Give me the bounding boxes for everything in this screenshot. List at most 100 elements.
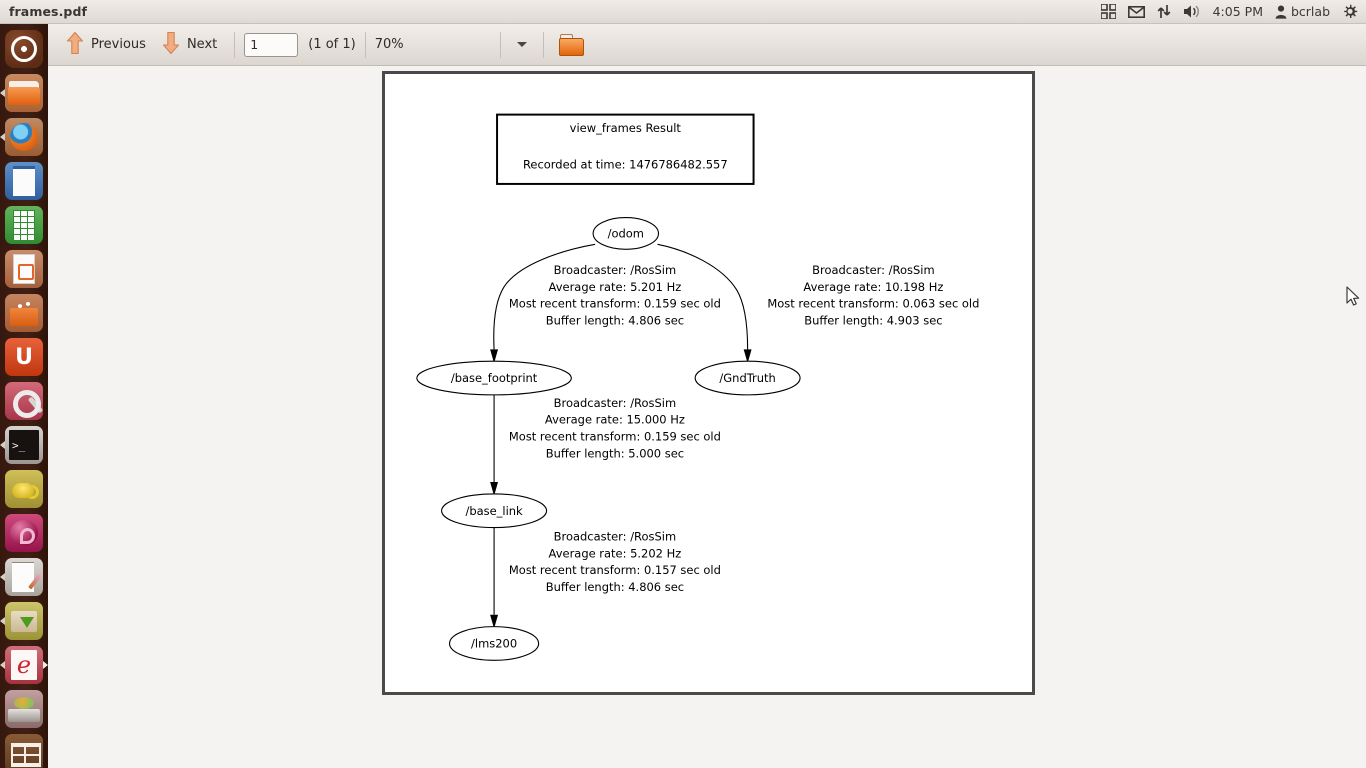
svg-text:Most recent transform: 0.063 s: Most recent transform: 0.063 sec old [767,297,979,311]
toolbar-separator [499,31,501,58]
launcher-item-software-updater[interactable] [0,599,48,643]
node-lms200[interactable]: /lms200 [448,626,540,661]
document-viewer-icon [5,646,43,684]
title-box-heading: view_frames Result [570,121,682,135]
tf-frames-graph: view_frames Result Recorded at time: 147… [416,113,979,661]
ubuntu-logo-icon [5,30,43,68]
workspace-grid-icon [5,734,43,768]
toolbar-separator [542,31,544,58]
launcher-item-ubuntu-software-center[interactable] [0,291,48,335]
system-settings-icon[interactable] [1342,4,1358,20]
launcher-item-document-viewer[interactable] [0,643,48,687]
launcher-item-libreoffice-writer[interactable] [0,159,48,203]
edge-label-odom-base-footprint: Broadcaster: /RosSim Average rate: 5.201… [509,263,721,328]
evince-toolbar: Previous Next (1 of 1) 70% [48,24,1366,66]
writer-document-icon [5,162,43,200]
system-tray: 4:05 PM bcrlab [1100,4,1366,20]
gazebo-sphere-icon [5,514,43,552]
node-base-link-label: /base_link [465,504,523,518]
zoom-level-label[interactable]: 70% [375,37,404,52]
svg-text:Average rate: 15.000 Hz: Average rate: 15.000 Hz [545,413,685,427]
next-page-button[interactable]: Next [154,29,225,61]
software-bag-icon [5,294,43,332]
svg-text:Broadcaster: /RosSim: Broadcaster: /RosSim [554,529,677,543]
launcher-item-ubuntu-dash[interactable] [0,27,48,71]
text-editor-pencil-icon [5,558,43,596]
toolbar-separator [364,31,366,58]
launcher-item-terminal[interactable] [0,423,48,467]
launcher-item-text-editor[interactable] [0,555,48,599]
mouse-cursor [1346,286,1360,307]
previous-label: Previous [91,37,146,52]
launcher-item-libreoffice-calc[interactable] [0,203,48,247]
chevron-down-icon [516,42,527,47]
svg-text:Most recent transform: 0.159 s: Most recent transform: 0.159 sec old [509,429,721,443]
firefox-icon [5,118,43,156]
launcher-item-files[interactable] [0,71,48,115]
scanner-icon [5,690,43,728]
document-viewer-area[interactable]: view_frames Result Recorded at time: 147… [48,66,1366,768]
launcher-item-libreoffice-impress[interactable] [0,247,48,291]
arrow-up-icon [66,31,84,59]
page-number-input[interactable] [244,32,299,57]
previous-page-button[interactable]: Previous [58,29,154,61]
next-label: Next [186,37,218,52]
svg-text:Average rate: 10.198 Hz: Average rate: 10.198 Hz [803,280,943,294]
arrow-down-icon [162,31,180,59]
svg-text:Broadcaster: /RosSim: Broadcaster: /RosSim [554,263,677,277]
files-folder-icon [5,74,43,112]
volume-icon[interactable] [1183,4,1201,19]
user-menu[interactable]: bcrlab [1275,4,1330,19]
launcher-item-ubuntu-one[interactable] [0,335,48,379]
teapot-icon [5,470,43,508]
node-odom[interactable]: /odom [592,217,660,250]
node-lms200-label: /lms200 [471,636,517,650]
wrench-gear-icon [5,382,43,420]
node-base-link[interactable]: /base_link [441,493,548,529]
svg-text:Average rate: 5.201 Hz: Average rate: 5.201 Hz [549,280,682,294]
svg-text:Average rate: 5.202 Hz: Average rate: 5.202 Hz [549,546,682,560]
apps-grid-icon[interactable] [1100,4,1116,19]
toolbar-overflow-button[interactable] [510,33,534,57]
svg-text:Buffer length: 4.806 sec: Buffer length: 4.806 sec [546,314,684,328]
svg-text:Most recent transform: 0.157 s: Most recent transform: 0.157 sec old [509,563,721,577]
network-icon[interactable] [1157,4,1171,19]
node-gndtruth-label: /GndTruth [719,371,775,385]
top-panel: frames.pdf 4:05 PM bcrlab [0,0,1366,24]
open-document-button[interactable] [553,29,591,61]
pdf-page: view_frames Result Recorded at time: 147… [382,71,1035,695]
launcher-item-workspace-switcher[interactable] [0,731,48,768]
launcher-item-scanner[interactable] [0,687,48,731]
calc-spreadsheet-icon [5,206,43,244]
node-odom-label: /odom [608,226,644,240]
mail-icon[interactable] [1127,5,1145,18]
launcher-item-teapot[interactable] [0,467,48,511]
window-title: frames.pdf [9,4,88,19]
title-box: view_frames Result Recorded at time: 147… [496,113,755,185]
toolbar-separator [234,31,236,58]
svg-text:Broadcaster: /RosSim: Broadcaster: /RosSim [812,263,934,277]
svg-text:Broadcaster: /RosSim: Broadcaster: /RosSim [554,396,677,410]
svg-text:Buffer length: 5.000 sec: Buffer length: 5.000 sec [546,446,684,460]
title-box-recorded: Recorded at time: 1476786482.557 [523,158,728,172]
node-base-footprint-label: /base_footprint [451,371,538,385]
open-folder-icon [558,33,585,56]
svg-text:Most recent transform: 0.159 s: Most recent transform: 0.159 sec old [509,297,721,311]
edge-label-base-link-lms200: Broadcaster: /RosSim Average rate: 5.202… [509,529,721,594]
svg-text:Buffer length: 4.806 sec: Buffer length: 4.806 sec [546,580,684,594]
launcher-item-system-settings[interactable] [0,379,48,423]
node-gndtruth[interactable]: /GndTruth [694,360,801,396]
user-name: bcrlab [1290,4,1330,19]
node-base-footprint[interactable]: /base_footprint [416,360,572,396]
ubuntu-one-icon [5,338,43,376]
edge-label-base-footprint-base-link: Broadcaster: /RosSim Average rate: 15.00… [509,396,721,461]
launcher-item-gazebo[interactable] [0,511,48,555]
page-count-label: (1 of 1) [308,37,356,52]
edge-label-odom-gndtruth: Broadcaster: /RosSim Average rate: 10.19… [767,263,979,328]
launcher-item-firefox[interactable] [0,115,48,159]
terminal-icon [5,426,43,464]
package-download-icon [5,602,43,640]
impress-presentation-icon [5,250,43,288]
unity-launcher [0,24,48,768]
clock[interactable]: 4:05 PM [1213,4,1263,19]
